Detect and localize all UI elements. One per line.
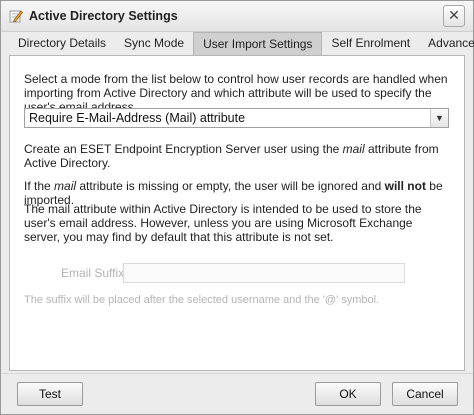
pencil-icon — [9, 10, 23, 23]
tab-user-import-settings[interactable]: User Import Settings — [193, 32, 323, 55]
suffix-hint: The suffix will be placed after the sele… — [24, 294, 380, 306]
user-import-settings-panel: Select a mode from the list below to con… — [9, 55, 465, 371]
mail-attribute-explanation: The mail attribute within Active Directo… — [24, 202, 422, 244]
dialog-title: Active Directory Settings — [29, 9, 178, 23]
cancel-button[interactable]: Cancel — [392, 382, 458, 406]
email-suffix-label: Email Suffix — [61, 266, 125, 280]
active-directory-settings-dialog: Active Directory Settings ✕ Directory De… — [0, 0, 474, 415]
missing-note-start: If the — [24, 179, 55, 193]
footer-divider — [1, 373, 473, 374]
ok-button[interactable]: OK — [315, 382, 381, 406]
tab-self-enrolment[interactable]: Self Enrolment — [322, 32, 419, 54]
email-suffix-input[interactable] — [123, 263, 405, 283]
will-not-emphasis: will not — [384, 179, 426, 193]
tab-advanced[interactable]: Advanced — [419, 32, 474, 54]
tab-bar: Directory Details Sync Mode User Import … — [9, 32, 474, 55]
tab-sync-mode[interactable]: Sync Mode — [115, 32, 193, 54]
import-mode-value: Require E-Mail-Address (Mail) attribute — [29, 111, 246, 125]
test-button[interactable]: Test — [17, 382, 83, 406]
mode-description-text: Create an ESET Endpoint Encryption Serve… — [24, 142, 343, 156]
chevron-down-icon[interactable]: ▼ — [430, 109, 448, 127]
mode-description: Create an ESET Endpoint Encryption Serve… — [24, 142, 449, 170]
tab-directory-details[interactable]: Directory Details — [9, 32, 115, 54]
close-icon: ✕ — [448, 7, 460, 23]
missing-note-mid: attribute is missing or empty, the user … — [76, 179, 385, 193]
import-mode-select[interactable]: Require E-Mail-Address (Mail) attribute … — [24, 108, 449, 128]
close-button[interactable]: ✕ — [443, 5, 465, 27]
title-bar[interactable]: Active Directory Settings ✕ — [1, 1, 473, 32]
mail-attribute-name-2: mail — [54, 179, 77, 193]
mail-attribute-name: mail — [342, 142, 365, 156]
